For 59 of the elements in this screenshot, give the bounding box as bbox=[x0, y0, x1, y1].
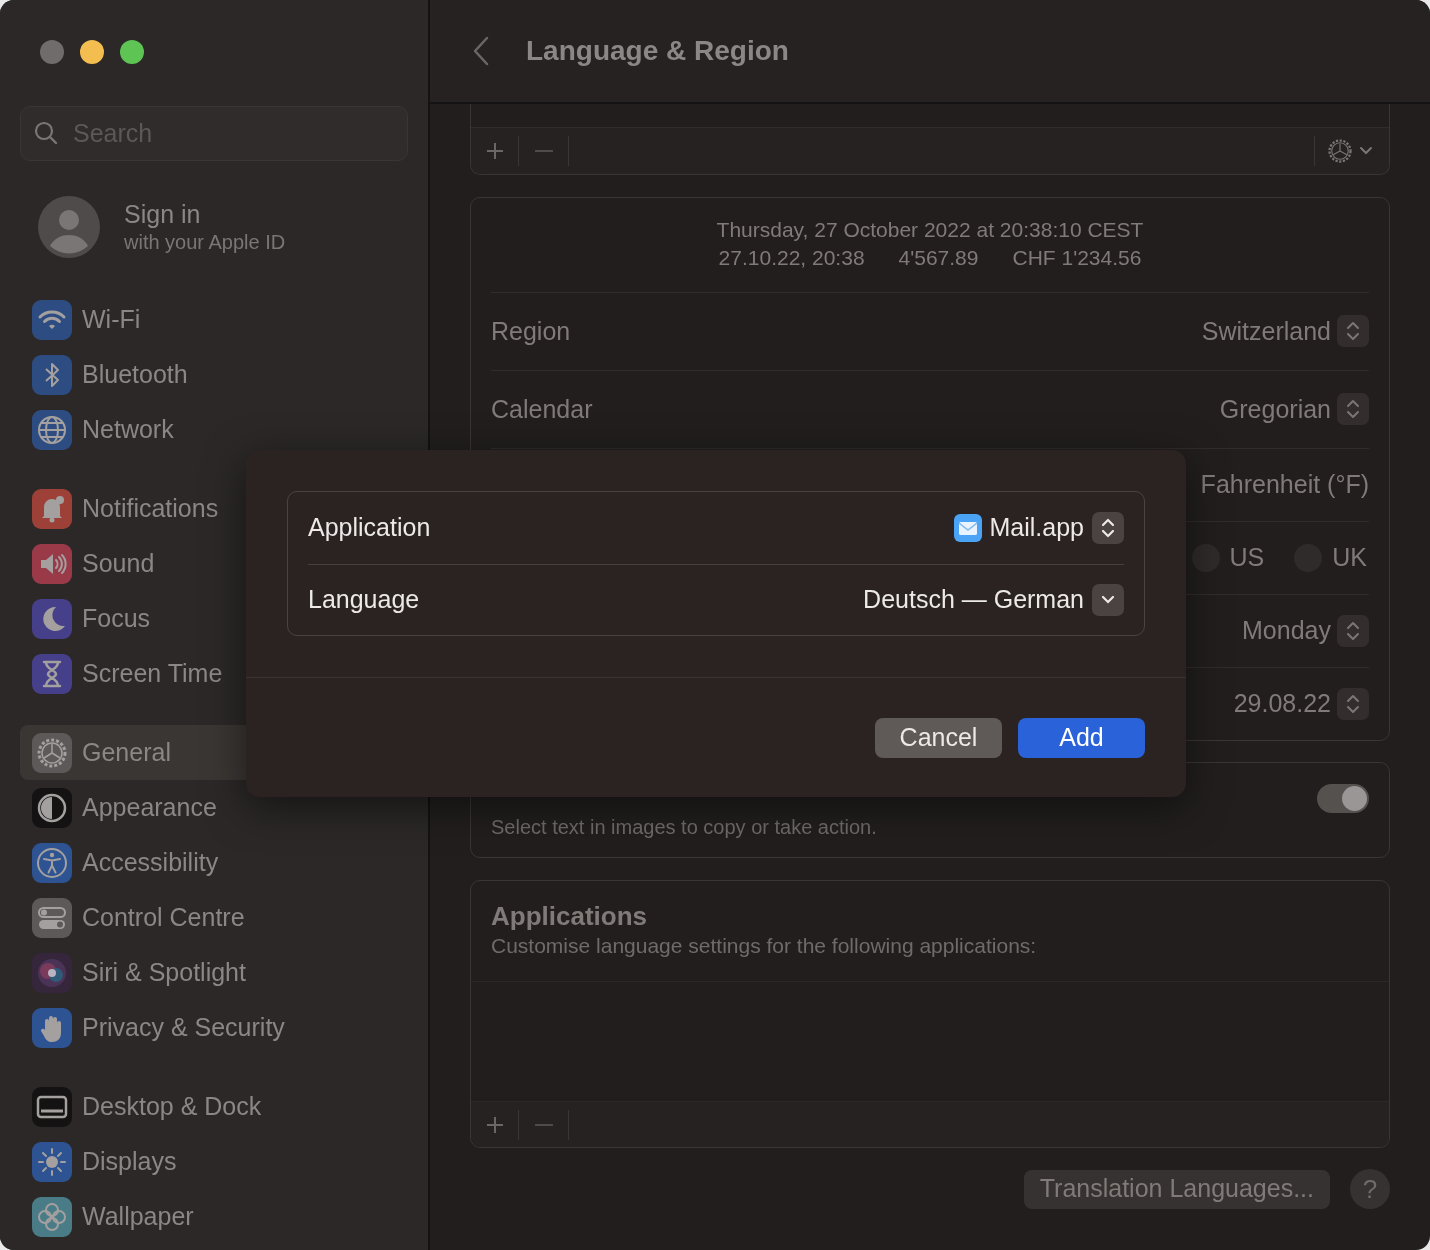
sidebar-item[interactable]: Accessibility bbox=[20, 835, 420, 890]
popup-value: Gregorian bbox=[1219, 393, 1331, 425]
page-title: Language & Region bbox=[526, 34, 789, 68]
up-down-chevron-icon bbox=[1101, 516, 1115, 539]
sign-in-title[interactable]: Sign in bbox=[124, 199, 286, 229]
radio-label: UK bbox=[1332, 542, 1367, 574]
stepper-button[interactable] bbox=[1337, 614, 1369, 647]
up-down-chevron-icon bbox=[1346, 320, 1360, 343]
row-label: Calendar bbox=[491, 393, 593, 425]
add-button[interactable]: Add bbox=[1018, 718, 1145, 758]
sidebar-item[interactable]: Siri & Spotlight bbox=[20, 945, 420, 1000]
plus-icon bbox=[484, 1114, 505, 1135]
minus-icon bbox=[534, 150, 553, 152]
sidebar-item[interactable]: Privacy & Security bbox=[20, 1000, 420, 1055]
format-preview-text: Thursday, 27 October 2022 at 20:38:10 CEST bbox=[716, 217, 1144, 243]
gear-icon bbox=[1325, 136, 1355, 166]
minus-icon bbox=[534, 1123, 553, 1126]
chevron-down-icon bbox=[1101, 594, 1115, 605]
field-label: Language bbox=[308, 584, 420, 615]
stepper-button[interactable] bbox=[1337, 393, 1369, 426]
sidebar-item[interactable]: Control Centre bbox=[20, 890, 420, 945]
translation-languages-button[interactable]: Translation Languages... bbox=[1023, 1169, 1330, 1209]
popup-value: Monday bbox=[1242, 615, 1331, 647]
zoom-button[interactable] bbox=[120, 40, 144, 64]
sidebar-item[interactable]: Wallpaper bbox=[20, 1189, 420, 1244]
cancel-button[interactable]: Cancel bbox=[875, 718, 1002, 758]
sign-in-subtitle: with your Apple ID bbox=[124, 230, 286, 255]
popup-value: Switzerland bbox=[1201, 315, 1331, 347]
format-preview-text: 4'567.89 bbox=[898, 245, 979, 271]
sidebar-item[interactable]: Desktop & Dock bbox=[20, 1079, 420, 1134]
up-down-chevron-icon bbox=[1346, 619, 1360, 642]
radio-label: US bbox=[1229, 542, 1265, 574]
minimize-button[interactable] bbox=[80, 40, 104, 64]
sidebar-item[interactable]: Wi-Fi bbox=[20, 292, 420, 347]
format-preview-text: CHF 1'234.56 bbox=[1012, 245, 1142, 271]
stepper-button[interactable] bbox=[1337, 687, 1369, 720]
up-down-chevron-icon bbox=[1346, 398, 1360, 421]
sidebar-item[interactable]: Bluetooth bbox=[20, 347, 420, 402]
up-down-chevron-icon bbox=[1346, 692, 1360, 715]
sidebar-item[interactable]: Displays bbox=[20, 1134, 420, 1189]
close-button[interactable] bbox=[40, 40, 64, 64]
chevron-down-icon bbox=[1359, 146, 1373, 156]
option-value: Fahrenheit (°F) bbox=[1200, 469, 1369, 501]
avatar-icon bbox=[38, 196, 100, 258]
popup-button[interactable]: Mail.app bbox=[953, 509, 1124, 547]
popup-value: 29.08.22 bbox=[1233, 688, 1331, 720]
search-icon bbox=[32, 119, 60, 147]
format-preview-text: 27.10.22, 20:38 bbox=[718, 245, 865, 271]
field-label: Application bbox=[308, 512, 431, 543]
stepper-button[interactable] bbox=[1337, 315, 1369, 348]
dropdown-button[interactable]: Deutsch — German bbox=[863, 581, 1124, 619]
section-description: Customise language settings for the following applications: bbox=[491, 933, 1038, 959]
row-label: Region bbox=[491, 315, 571, 347]
back-chevron-icon bbox=[472, 36, 490, 66]
toggle-switch[interactable] bbox=[1317, 784, 1369, 813]
section-title: Applications bbox=[491, 900, 648, 932]
plus-icon bbox=[484, 141, 505, 161]
setting-description: Select text in images to copy or take action. bbox=[491, 815, 878, 840]
help-button[interactable]: ? bbox=[1350, 1169, 1390, 1209]
